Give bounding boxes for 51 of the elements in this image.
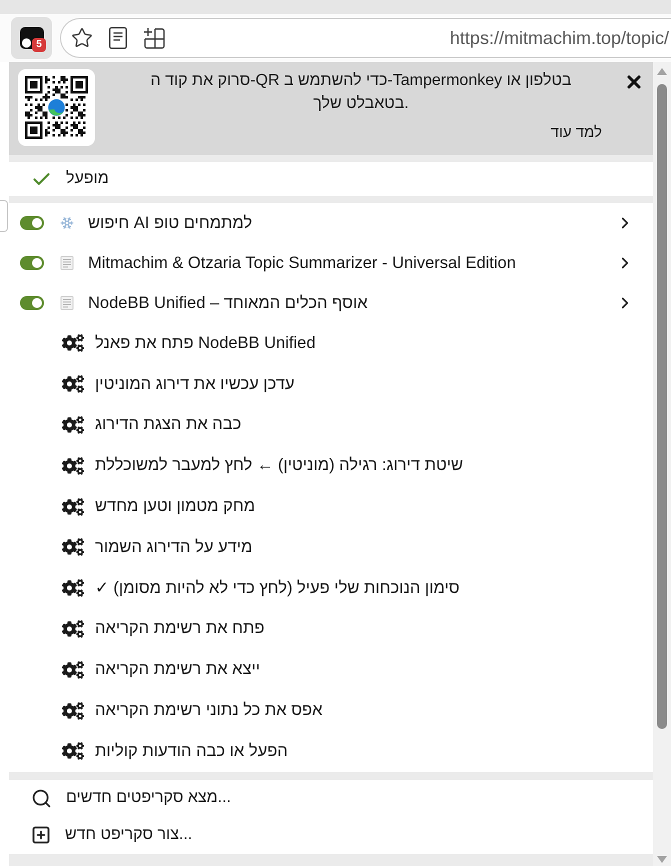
menu-command[interactable]: עדכן עכשיו את דירוג המוניטין — [95, 374, 294, 394]
star-icon[interactable] — [71, 27, 93, 49]
menu-command[interactable]: ייצא את רשימת הקריאה — [95, 660, 260, 680]
toggle-switch[interactable] — [20, 256, 44, 270]
gears-icon — [62, 496, 84, 518]
url-text: https://mitmachim.top/topic/ — [450, 28, 670, 48]
menu-command[interactable]: פתח את פאנל NodeBB Unified — [95, 334, 316, 353]
gears-icon — [62, 454, 84, 477]
plus-square-icon — [31, 825, 51, 846]
gears-icon — [62, 414, 84, 436]
page-input-field[interactable] — [0, 200, 8, 232]
document-icon — [60, 296, 74, 310]
toggle-switch[interactable] — [20, 296, 44, 310]
gears-icon — [62, 618, 84, 640]
gears-icon — [62, 700, 84, 722]
toggle-switch[interactable] — [20, 216, 44, 230]
menu-command[interactable]: מידע על הדירוג השמור — [95, 538, 252, 557]
menu-action[interactable]: צור סקריפט חדש... — [65, 826, 192, 844]
learn-more-link[interactable]: למד עוד — [550, 123, 602, 143]
menu-command[interactable]: פתח את רשימת הקריאה — [95, 619, 264, 638]
scroll-down-arrow-icon[interactable] — [657, 856, 667, 863]
script-name[interactable]: חיפוש AI למתמחים טופ — [88, 214, 252, 232]
qr-code-icon — [18, 69, 95, 146]
extension-button[interactable]: 5 — [11, 17, 52, 59]
script-name[interactable]: NodeBB Unified – אוסף הכלים המאוחד — [88, 294, 368, 312]
menu-command[interactable]: ✓ סימון הנוכחות שלי פעיל (לחץ כדי לא להיות מסומן) — [95, 578, 460, 598]
menu-command[interactable]: שיטת דירוג: רגילה (מוניטין) ← לחץ למעבר למשוכללת — [95, 456, 464, 476]
search-icon — [31, 788, 52, 809]
menu-action[interactable]: מצא סקריפטים חדשים... — [66, 789, 231, 808]
snowflake-icon — [60, 216, 74, 230]
gears-icon — [62, 332, 84, 354]
split-screen-icon[interactable] — [143, 27, 165, 49]
script-name[interactable]: Mitmachim & Otzaria Topic Summarizer - Universal Edition — [88, 254, 516, 272]
menu-command[interactable]: כבה את הצגת הדירוג — [95, 415, 242, 434]
gears-icon — [62, 740, 84, 762]
gears-icon — [62, 536, 84, 558]
menu-command[interactable]: אפס את כל נתוני רשימת הקריאה — [95, 701, 322, 720]
badge-count: 5 — [32, 38, 46, 52]
gears-icon — [62, 658, 84, 681]
menu-command[interactable]: מחק מטמון וטען מחדש — [95, 497, 256, 516]
document-icon — [60, 256, 74, 270]
reader-icon[interactable] — [109, 27, 127, 49]
scrollbar-thumb[interactable] — [657, 84, 667, 729]
address-bar[interactable]: https://mitmachim.top/topic/ — [60, 18, 671, 58]
scrollbar[interactable] — [653, 62, 671, 866]
enabled-label[interactable]: מופעל — [66, 170, 109, 188]
scroll-up-arrow-icon[interactable] — [657, 68, 667, 75]
gears-icon — [62, 577, 84, 600]
menu-command[interactable]: הפעל או כבה הודעות קוליות — [95, 742, 288, 761]
gears-icon — [62, 373, 84, 396]
banner-message: סרוק את קוד ה-QR כדי להשתמש ב-Tampermonkey בטלפון או בטאבלט שלך. — [150, 71, 572, 114]
